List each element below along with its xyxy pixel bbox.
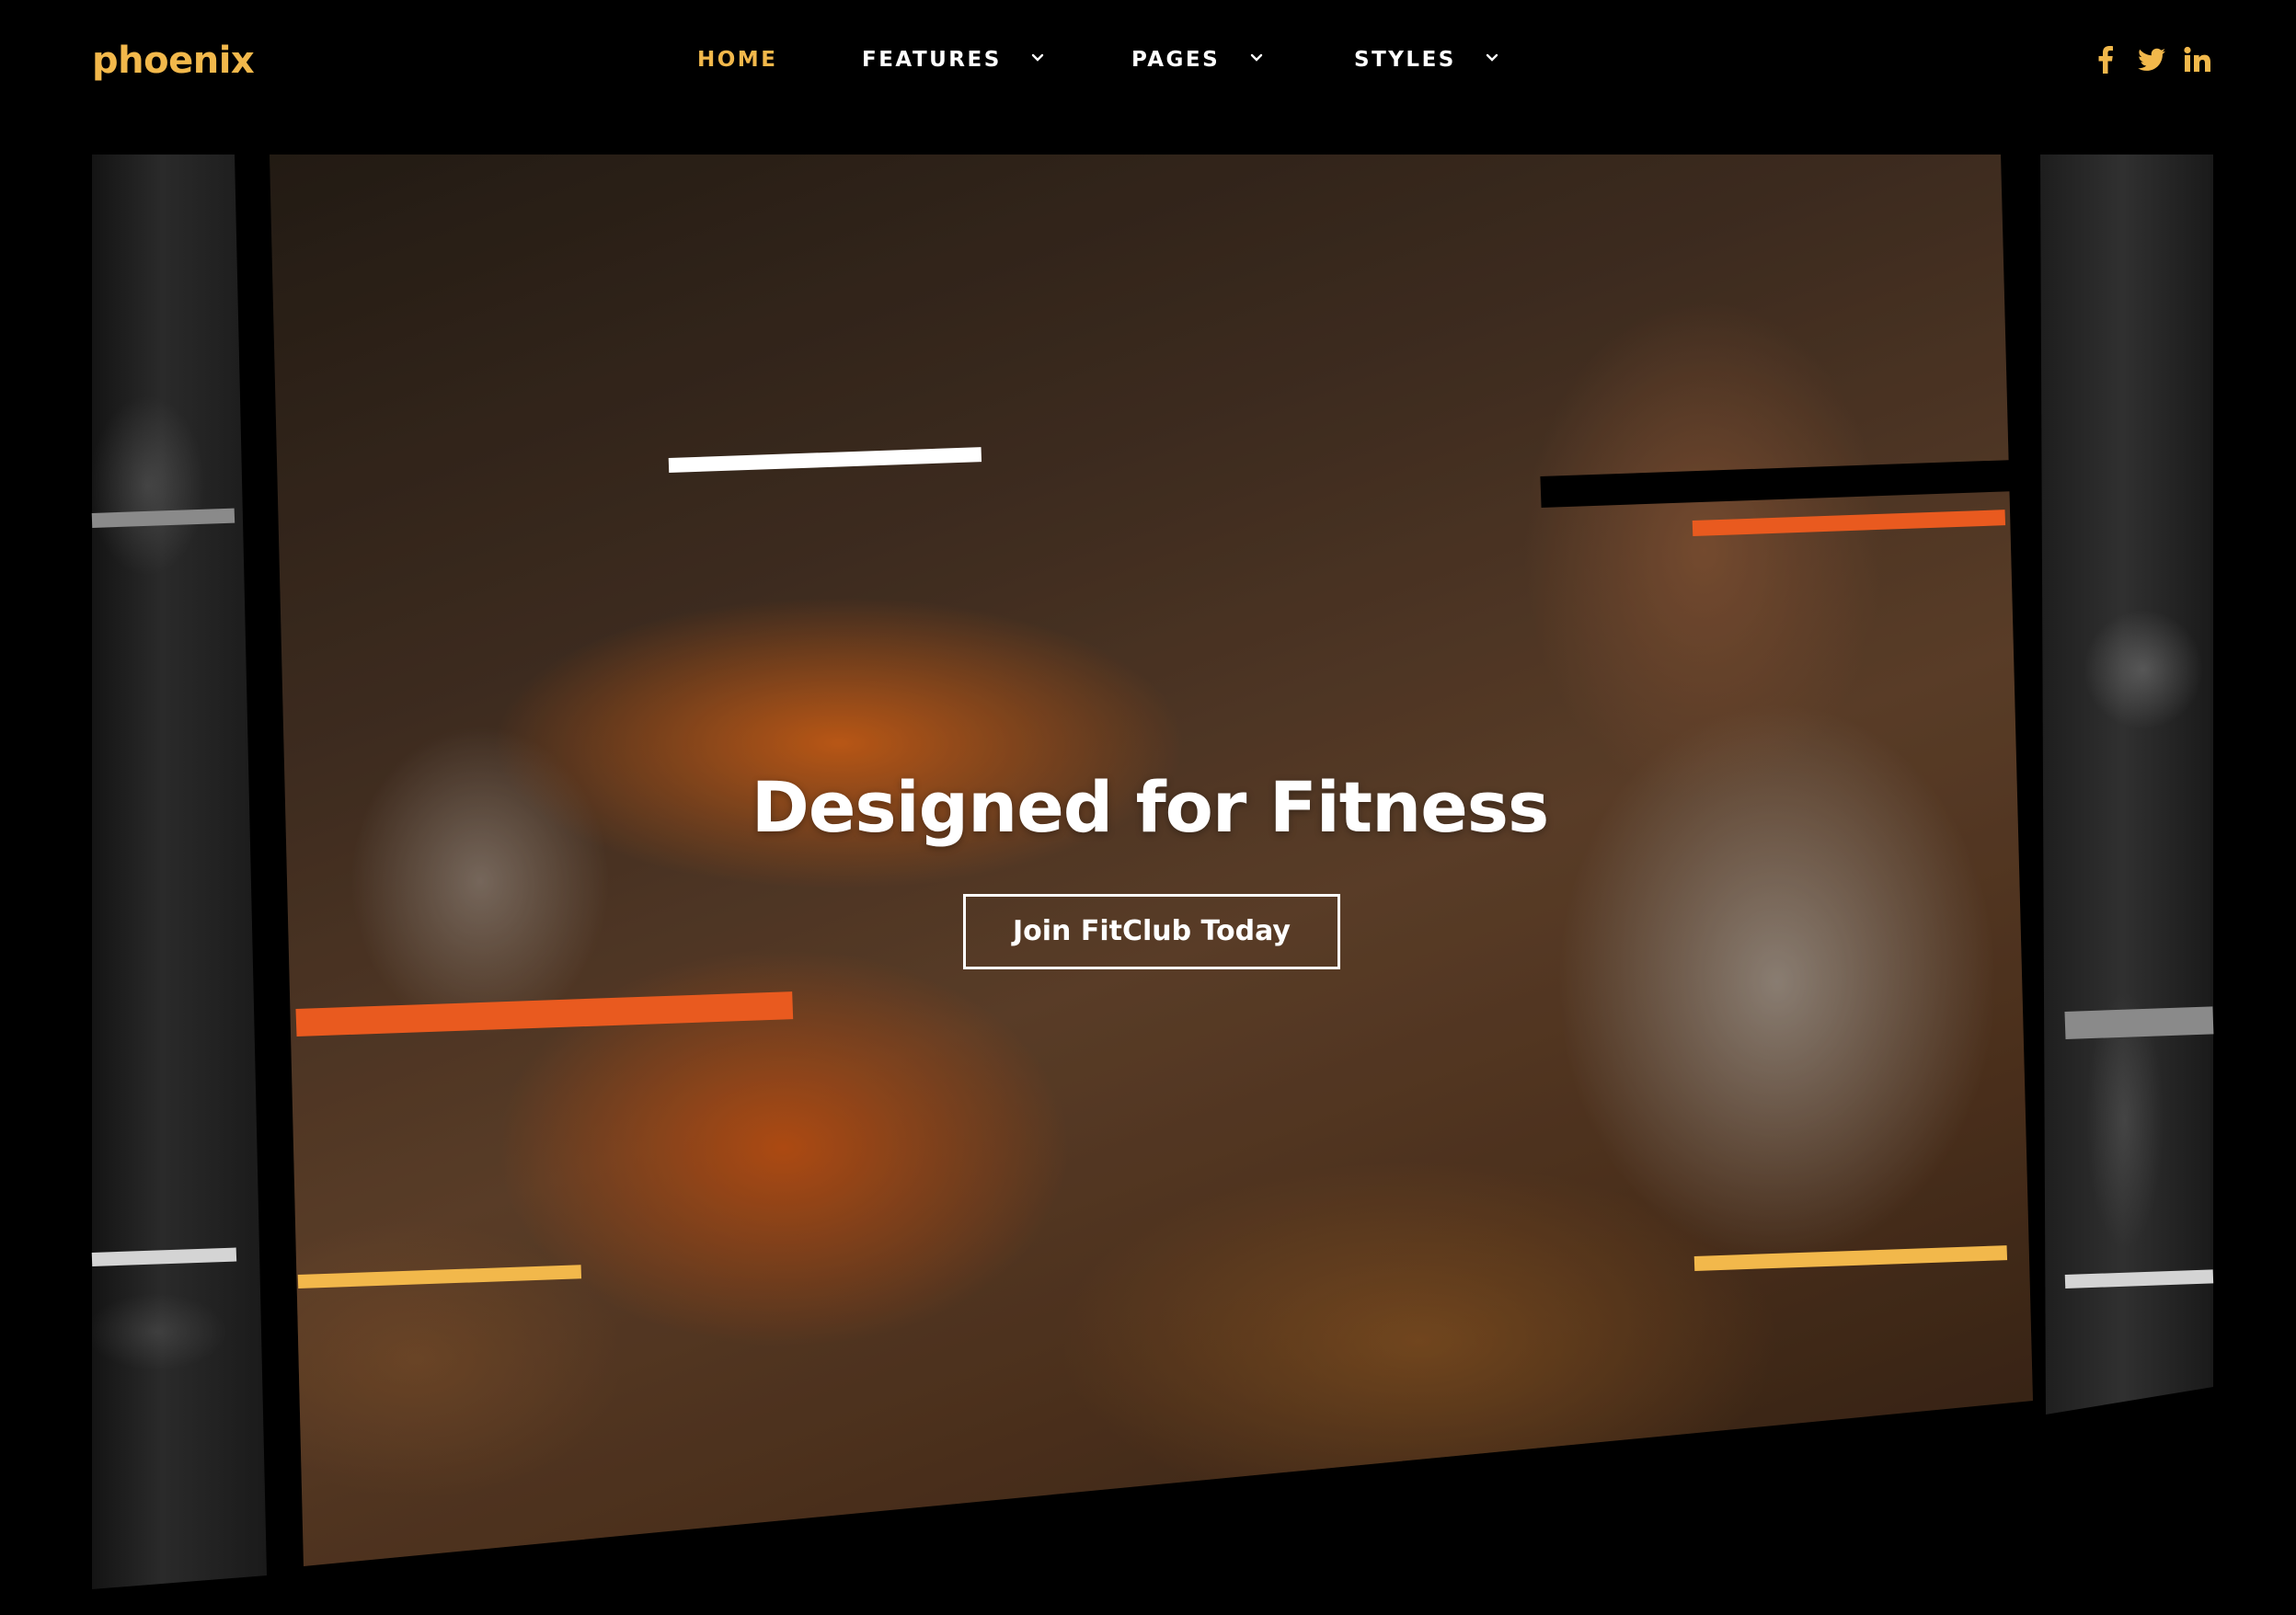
nav-item-home[interactable]: HOME [697, 44, 777, 75]
nav-item-label: PAGES [1131, 48, 1221, 72]
twitter-icon[interactable] [2134, 42, 2169, 77]
navbar: phoenix HOME FEATURES PAGES STYLES [0, 0, 2296, 129]
brand-logo[interactable]: phoenix [92, 33, 255, 88]
page: phoenix HOME FEATURES PAGES STYLES Desig… [0, 0, 2296, 1615]
decorative-stripe [2064, 1006, 2214, 1039]
next-slide-preview[interactable] [2040, 155, 2213, 1415]
chevron-down-icon [1250, 52, 1263, 64]
chevron-down-icon [1031, 52, 1044, 64]
nav-item-styles[interactable]: STYLES [1354, 44, 1498, 75]
linkedin-icon[interactable] [2180, 42, 2215, 77]
chevron-down-icon [1486, 52, 1498, 64]
join-fitclub-button[interactable]: Join FitClub Today [963, 894, 1340, 969]
nav-item-label: STYLES [1354, 48, 1456, 72]
previous-slide-preview[interactable] [92, 155, 267, 1589]
nav-item-label: FEATURES [862, 48, 1002, 72]
nav-item-pages[interactable]: PAGES [1131, 44, 1263, 75]
facebook-icon[interactable] [2088, 42, 2123, 77]
hero-background-image [270, 155, 2033, 1566]
nav-item-label: HOME [697, 48, 778, 72]
hero-title: Designed for Fitness [751, 766, 1549, 848]
nav-item-features[interactable]: FEATURES [862, 44, 1044, 75]
